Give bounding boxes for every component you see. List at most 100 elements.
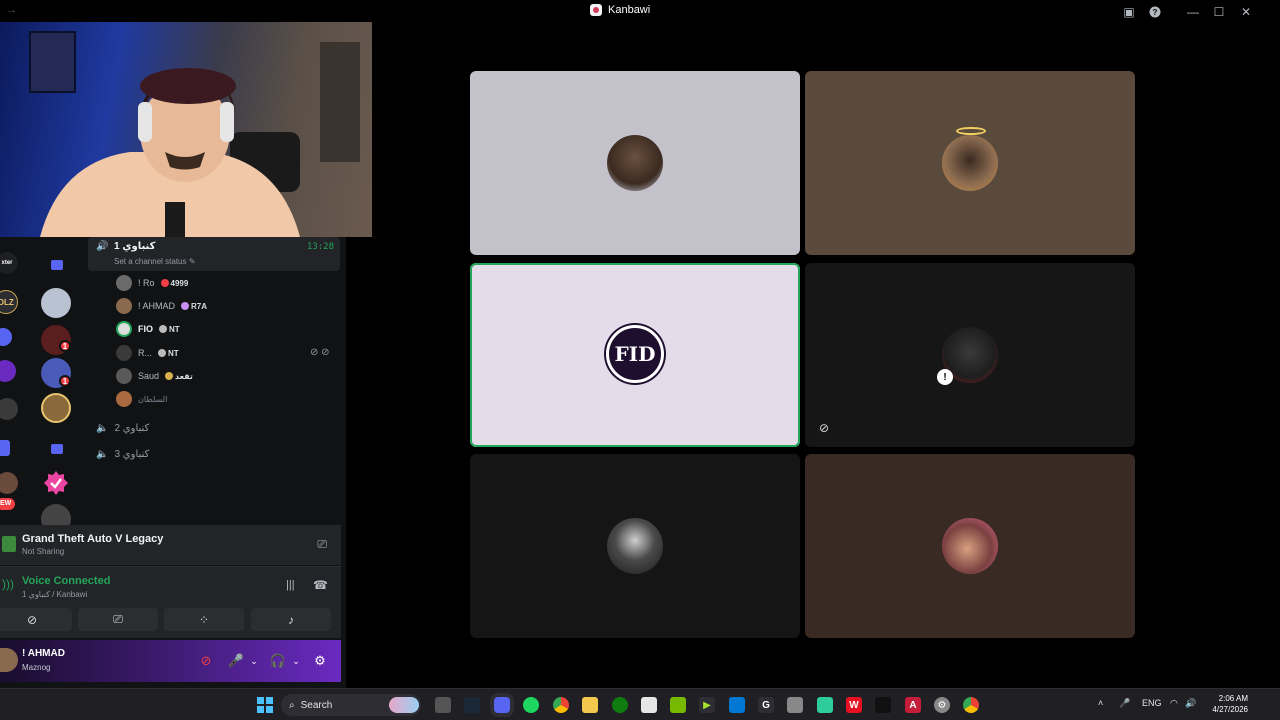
guild-icon[interactable]	[0, 472, 18, 494]
camera-muted-icon[interactable]: ⊘	[198, 653, 214, 669]
volume-icon[interactable]: 🔊	[1185, 698, 1196, 709]
channel-status-placeholder[interactable]: Set a channel status ✎	[114, 257, 195, 266]
search-box[interactable]: ⌕ Search	[281, 694, 421, 716]
soundboard-button[interactable]: ♪	[251, 608, 331, 631]
screen-share-button[interactable]: ⎚	[78, 608, 158, 631]
back-arrow-icon[interactable]: →	[6, 4, 17, 16]
guild-icon[interactable]	[41, 288, 71, 318]
play-icon[interactable]: ▶	[699, 697, 715, 713]
minimize-icon[interactable]: —	[1185, 4, 1201, 20]
guild-icon[interactable]	[0, 398, 18, 420]
channel-status-text: Set a channel status	[114, 257, 187, 266]
app-icon[interactable]: A	[905, 697, 921, 713]
voice-channel[interactable]: 🔈 كنباوي 3	[96, 449, 149, 460]
participant-tile[interactable]: ! ⊘	[805, 263, 1135, 447]
halo-icon	[956, 127, 986, 135]
chevron-down-icon[interactable]: ⌄	[288, 653, 304, 669]
camera-off-icon: ⊘	[26, 612, 38, 627]
voice-member[interactable]: FIO NT	[116, 320, 180, 338]
activity-panel: Grand Theft Auto V Legacy Not Sharing ⎚	[0, 525, 341, 565]
voice-connected-sub: كنباوي 1 / Kanbawi	[22, 590, 88, 599]
folder-icon[interactable]	[51, 260, 63, 270]
microphone-icon[interactable]: 🎤	[1119, 698, 1130, 709]
microphone-icon[interactable]: 🎤	[228, 653, 244, 669]
guild-icon[interactable]: xter	[0, 252, 18, 274]
member-tag: R7A	[181, 302, 207, 311]
settings-icon[interactable]: ⚙	[934, 697, 950, 713]
app-icon[interactable]	[787, 697, 803, 713]
discord-taskbar-icon[interactable]	[494, 697, 510, 713]
call-timer: 13:28	[306, 242, 334, 252]
gear-icon[interactable]: ⚙	[312, 653, 328, 669]
voice-member[interactable]: ! AHMAD R7A	[116, 297, 207, 315]
member-tag-text: تقعد	[175, 371, 193, 381]
chrome-icon[interactable]	[553, 697, 569, 713]
close-icon[interactable]: ✕	[1238, 4, 1254, 20]
guild-icon[interactable]	[0, 440, 10, 456]
activities-button[interactable]: ⁘	[164, 608, 244, 631]
screen-share-icon: ⎚	[113, 612, 123, 626]
xbox-icon[interactable]	[612, 697, 628, 713]
avatar[interactable]	[0, 648, 18, 672]
app-icon[interactable]: G	[758, 697, 774, 713]
voice-member[interactable]: R... NT	[116, 344, 179, 362]
capcut-icon[interactable]	[875, 697, 891, 713]
clock-date: 4/27/2026	[1212, 705, 1248, 714]
camera-app-icon[interactable]	[435, 697, 451, 713]
clock[interactable]: 2:06 AM 4/27/2026	[1208, 693, 1248, 715]
deafened-icon: ⊘ ⊘	[310, 347, 330, 358]
noise-suppression-icon[interactable]: |||	[286, 579, 295, 591]
nvidia-icon[interactable]	[670, 697, 686, 713]
guild-icon[interactable]: DLZ	[0, 290, 18, 314]
chevron-up-icon[interactable]: ˄	[1098, 698, 1103, 708]
headphones-icon[interactable]: 🎧	[270, 653, 286, 669]
disconnect-icon[interactable]: ☎	[313, 578, 328, 592]
webcam-overlay	[0, 22, 372, 237]
guild-icon[interactable]	[41, 393, 71, 423]
file-explorer-icon[interactable]	[582, 697, 598, 713]
channel-list: 🔊 كنباوي 1 Set a channel status ✎ 13:28 …	[82, 237, 346, 527]
help-icon[interactable]: ?	[1147, 4, 1163, 20]
language-indicator[interactable]: ENG	[1142, 698, 1162, 708]
wifi-icon[interactable]: ◠	[1170, 698, 1178, 709]
maximize-icon[interactable]: ☐	[1211, 4, 1227, 20]
avatar	[116, 298, 132, 314]
participant-tile-speaking[interactable]: FID	[470, 263, 800, 447]
avatar	[607, 135, 663, 191]
participant-tile[interactable]	[470, 71, 800, 255]
windows-start-icon[interactable]	[257, 697, 273, 713]
voice-channel-name: كنباوي 3	[114, 449, 150, 460]
chrome-icon[interactable]	[963, 697, 979, 713]
folder-icon[interactable]	[51, 444, 63, 454]
inbox-icon[interactable]: ▣	[1121, 4, 1137, 20]
voice-member[interactable]: السلطان	[116, 390, 167, 408]
member-name: Saud	[138, 371, 160, 381]
participant-tile[interactable]	[470, 454, 800, 638]
participant-tile[interactable]	[805, 71, 1135, 255]
user-name: ! AHMAD	[22, 648, 65, 659]
member-tag: NT	[158, 349, 179, 358]
voice-member[interactable]: Saud تقعد	[116, 367, 193, 385]
clock-time: 2:06 AM	[1218, 694, 1248, 703]
member-name: ! Ro	[138, 278, 155, 288]
app-icon[interactable]: W	[846, 697, 862, 713]
chevron-down-icon[interactable]: ⌄	[246, 653, 262, 669]
store-icon[interactable]	[641, 697, 657, 713]
avatar	[942, 135, 998, 191]
participant-tile[interactable]	[805, 454, 1135, 638]
app-icon[interactable]	[817, 697, 833, 713]
guild-icon[interactable]	[0, 360, 16, 382]
app-icon[interactable]	[729, 697, 745, 713]
share-screen-icon[interactable]: ⎚	[317, 537, 327, 552]
voice-member[interactable]: ! Ro 4999	[116, 274, 188, 292]
spotify-icon[interactable]	[523, 697, 539, 713]
guild-icon[interactable]	[0, 328, 12, 346]
camera-off-button[interactable]: ⊘	[0, 608, 72, 631]
guild-list-clipped: xter DLZ EW	[0, 230, 20, 530]
signal-icon[interactable]: )))	[2, 577, 14, 591]
voice-channel[interactable]: 🔈 كنباوي 2	[96, 423, 149, 434]
verified-guild-icon[interactable]	[41, 468, 71, 498]
steam-icon[interactable]	[464, 697, 480, 713]
voice-channel-active[interactable]: 🔊 كنباوي 1 Set a channel status ✎ 13:28	[88, 237, 340, 271]
title-bar: → Kanbawi ▣ ? — ☐ ✕	[0, 0, 1280, 23]
